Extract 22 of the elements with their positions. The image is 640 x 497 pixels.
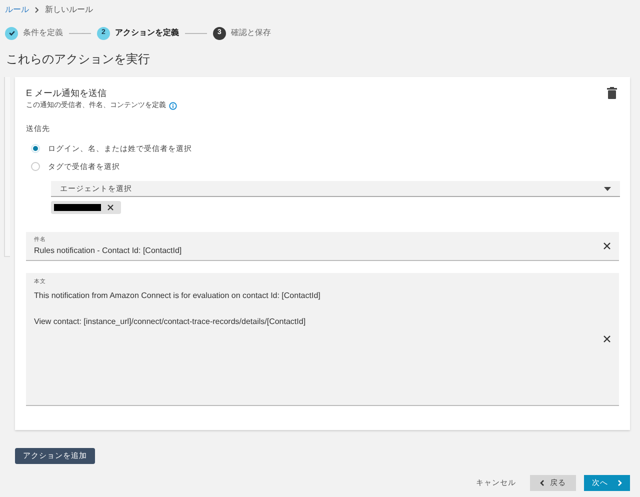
- clear-icon[interactable]: [603, 335, 611, 344]
- step-label: 条件を定義: [23, 27, 63, 39]
- chevron-left-icon: [540, 480, 544, 486]
- body-paragraph: View contact: [instance_url]/connect/contact-trace-records/details/[ContactId]: [34, 316, 307, 326]
- close-icon[interactable]: [107, 204, 114, 212]
- breadcrumb-link[interactable]: ルール: [5, 4, 29, 16]
- chevron-right-icon: [618, 480, 622, 486]
- clear-icon[interactable]: [603, 242, 611, 250]
- info-icon[interactable]: [169, 102, 177, 110]
- chevron-right-icon: [35, 7, 39, 13]
- section-heading: これらのアクションを実行: [5, 51, 151, 68]
- delete-icon[interactable]: [607, 87, 617, 99]
- step-label: 確認と保存: [231, 27, 271, 39]
- field-value: Rules notification - Contact Id: [ContactId]: [34, 244, 182, 257]
- dropdown-caret-icon: [604, 186, 611, 191]
- radio-button[interactable]: [31, 144, 40, 153]
- redaction-bar: [54, 204, 101, 212]
- breadcrumb-current: 新しいルール: [45, 4, 93, 16]
- step-label: アクションを定義: [115, 27, 179, 39]
- body-paragraph: This notification from Amazon Connect is for evaluation on contact Id: [ContactId]: [34, 290, 320, 300]
- card-title: E メール通知を送信: [26, 87, 107, 99]
- radio-button[interactable]: [31, 162, 40, 172]
